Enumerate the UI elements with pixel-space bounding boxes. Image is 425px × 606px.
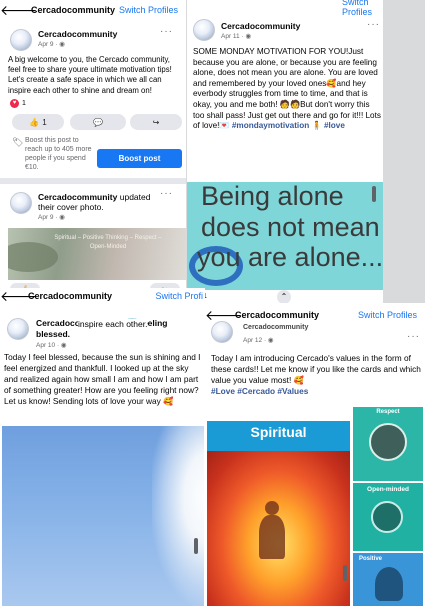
chevron-up-icon[interactable]: ⌃ xyxy=(277,290,291,304)
card-title: Respect xyxy=(376,409,400,415)
comment-icon: 💬 xyxy=(93,117,103,127)
post-date: Apr 9 · ◉ xyxy=(38,214,65,221)
more-options-icon[interactable]: ··· xyxy=(367,19,380,30)
post-date: Apr 11 · ◉ xyxy=(221,33,252,40)
switch-profiles-link[interactable]: Switch Profi xyxy=(155,291,203,301)
scrollbar-thumb[interactable] xyxy=(194,538,198,554)
share-button[interactable]: ↪ xyxy=(130,114,182,130)
card-artwork xyxy=(207,451,350,606)
top-bar: 🡐 Cercadocommunity Switch Profiles xyxy=(0,0,186,20)
meditating-figure xyxy=(259,515,285,559)
page-title: Cercadocommunity xyxy=(28,291,113,301)
boost-post-button[interactable]: Boost post xyxy=(97,149,182,168)
panel-post-blessed: 🡐 Cercadocommunity Switch Profi Cercadoc… xyxy=(0,288,205,606)
avatar[interactable] xyxy=(193,19,215,41)
cover-caption: Spiritual – Positive Thinking – Respect … xyxy=(54,235,162,250)
post-text: SOME MONDAY MOTIVATION FOR YOU!Just beca… xyxy=(193,47,381,131)
cloud-shape xyxy=(152,426,204,606)
top-bar: 🡐 Cercadocommunity Switch Profi xyxy=(0,288,205,304)
post-date: Apr 12 · ◉ xyxy=(243,337,274,344)
divider xyxy=(0,178,186,184)
card-icon xyxy=(371,501,403,533)
post-text: Today I am introducing Cercado's values … xyxy=(211,353,421,396)
switch-profiles-link[interactable]: Switch Profiles xyxy=(358,310,417,320)
reaction-summary[interactable]: ♥ 1 xyxy=(10,99,26,108)
scrollbar-thumb[interactable] xyxy=(372,186,376,202)
cover-photo[interactable]: Spiritual – Positive Thinking – Respect … xyxy=(8,228,186,280)
reaction-count: 1 xyxy=(22,100,26,107)
more-options-icon[interactable]: ··· xyxy=(160,26,173,37)
thumbs-up-icon: 👍 xyxy=(29,117,40,127)
value-card-spiritual[interactable]: Spiritual xyxy=(207,421,350,606)
card-icon xyxy=(369,423,407,461)
image-text-line3: you are alone... xyxy=(197,242,383,272)
panel-post-monday: Switch Profiles Cercadocommunity Apr 11 … xyxy=(187,0,383,308)
post-text: A big welcome to you, the Cercado commun… xyxy=(8,55,172,95)
post-author[interactable]: Cercadocommunity xyxy=(243,324,308,331)
panel-post-values: 🡐 Cercadocommunity Switch Profiles Cerca… xyxy=(205,303,425,606)
value-card-open-minded[interactable]: Open-minded xyxy=(353,483,423,551)
page-title: Cercadocommunity xyxy=(235,310,320,320)
boost-icon: 🏷 xyxy=(12,137,24,147)
head-shape xyxy=(265,501,279,515)
card-title: Open-minded xyxy=(367,486,409,493)
avatar[interactable] xyxy=(10,29,32,51)
post-author[interactable]: Cercadocommunity updated their cover pho… xyxy=(38,192,168,212)
share-icon: ↪ xyxy=(152,117,160,127)
post-date: Apr 9 · ◉ xyxy=(38,41,65,48)
post-author[interactable]: Cercadocommunity xyxy=(221,21,300,31)
post-date: Apr 10 · ◉ xyxy=(36,342,67,349)
avatar[interactable] xyxy=(7,318,29,340)
page-title: Cercadocommunity xyxy=(31,5,116,15)
switch-profiles-link[interactable]: Switch Profiles xyxy=(342,0,383,17)
post-text: Today I feel blessed, because the sun is… xyxy=(4,352,201,406)
post-image[interactable]: Being alone does not mean you are alone.… xyxy=(187,182,383,290)
post-author[interactable]: Cercadocommunity xyxy=(38,29,117,39)
like-count: 1 xyxy=(42,117,47,127)
back-arrow-icon[interactable]: 🡐 xyxy=(0,289,38,303)
card-title: Spiritual xyxy=(250,424,307,440)
card-title: Positive xyxy=(359,556,383,562)
back-arrow-icon[interactable]: 🡐 xyxy=(0,3,38,17)
switch-profiles-link[interactable]: Switch Profiles xyxy=(119,5,178,15)
image-text-line2: does not mean xyxy=(201,212,380,242)
more-options-icon[interactable]: ··· xyxy=(407,331,420,342)
like-button[interactable]: 👍 1 xyxy=(12,114,64,130)
comment-button[interactable]: 💬 xyxy=(70,114,126,130)
top-bar: 🡐 Cercadocommunity Switch Profiles xyxy=(205,303,425,327)
value-card-positive[interactable]: Positive xyxy=(353,553,423,606)
heart-reaction-icon: ♥ xyxy=(10,99,19,108)
value-card-respect[interactable]: Respect xyxy=(353,407,423,481)
scrollbar-thumb[interactable] xyxy=(343,565,347,581)
avatar[interactable] xyxy=(211,321,233,343)
more-options-icon[interactable]: ··· xyxy=(160,188,173,199)
panel-post-welcome: 🡐 Cercadocommunity Switch Profiles Cerca… xyxy=(0,0,186,296)
hashtags[interactable]: #mondaymotivation 🧍 #love xyxy=(232,121,345,130)
hashtags[interactable]: #Love #Cercado #Values xyxy=(211,386,308,396)
sky-photo[interactable] xyxy=(2,426,204,606)
back-arrow-icon[interactable]: 🡐 xyxy=(205,308,243,322)
image-text-line1: Being alone xyxy=(201,182,344,211)
boost-text: Boost this post to reach up to 405 more … xyxy=(25,137,92,171)
avatar[interactable] xyxy=(10,192,32,214)
card-figure xyxy=(375,567,403,601)
overlay-text: inspire each other. xyxy=(78,319,148,329)
